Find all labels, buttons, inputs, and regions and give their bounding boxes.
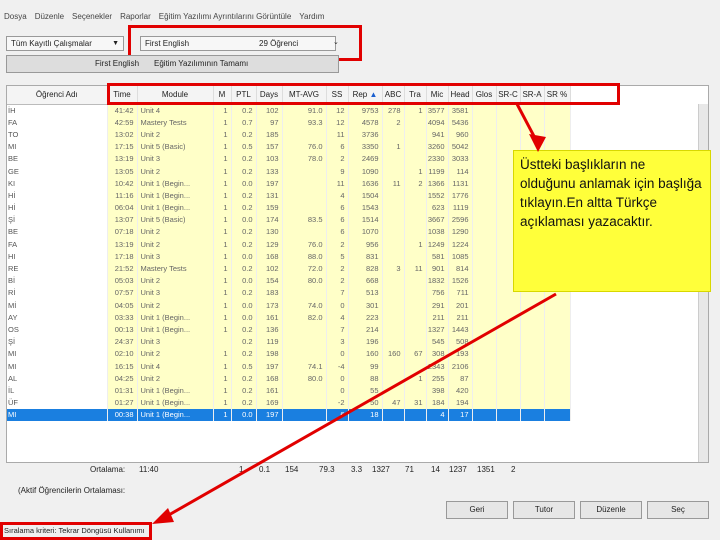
annotation-arrows xyxy=(152,103,557,524)
arrow-to-footer xyxy=(152,292,557,524)
app-window: Dosya Düzenle Seçenekler Raporlar Eğitim… xyxy=(0,0,720,540)
arrow-to-callout xyxy=(515,103,546,152)
